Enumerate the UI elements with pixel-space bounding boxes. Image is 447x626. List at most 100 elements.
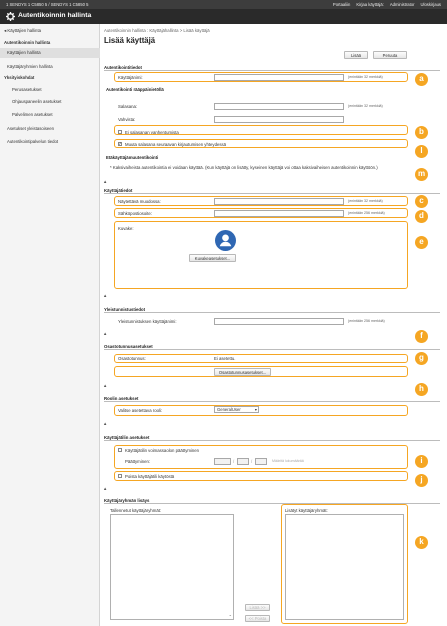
callout-d: d (415, 210, 428, 223)
registered-groups-label: Tallennetut käyttäjäryhmät: (110, 508, 162, 513)
sidebar-heading-details: Yksityiskohdat (4, 75, 35, 80)
added-groups-list[interactable] (285, 514, 404, 620)
expiry-year-input[interactable] (214, 458, 231, 465)
no-expiry-checkbox[interactable] (118, 130, 122, 134)
password-hint: (enintään 32 merkkiä) (348, 104, 383, 108)
page-title: Lisää käyttäjä (104, 36, 156, 45)
expiry-date-label: Päättyminen: (125, 459, 151, 464)
expiry-checkbox[interactable] (118, 448, 122, 452)
username-label: Käyttäjänimi: (118, 75, 143, 80)
callout-a: a (415, 73, 428, 86)
role-section-title: Roolin asetukset (104, 396, 440, 402)
image-label: Kuvake: (118, 226, 134, 231)
callout-f: f (415, 330, 428, 343)
user-section-title: Käyttäjätiedot (104, 188, 440, 194)
general-username-label: Yleistunnistuksen käyttäjänimi: (118, 319, 177, 324)
callout-k: k (415, 536, 428, 549)
gear-icon (6, 12, 15, 21)
disable-account-checkbox[interactable] (118, 474, 122, 478)
breadcrumb: Autentikoinnin hallinta : Käyttäjähallin… (104, 28, 210, 33)
sidebar-item-panel-settings[interactable]: Ohjauspaneelin asetukset (0, 97, 100, 106)
date-separator: / (251, 459, 253, 464)
login-user-name: Administrator (389, 2, 415, 7)
collapse-arrow-icon[interactable]: ▴ (104, 486, 106, 492)
sidebar-back-link[interactable]: ◂ Käyttäjien hallinta (4, 28, 104, 34)
sidebar: ◂ Käyttäjien hallinta Autentikoinnin hal… (0, 24, 100, 626)
callout-c: c (415, 195, 428, 208)
sidebar-item-authentication[interactable]: Autentikoinnin hallinta (0, 39, 100, 47)
confirm-label: Vahvista: (118, 117, 136, 122)
app-title-bar: Autentikoinnin hallinta (0, 9, 447, 24)
no-expiry-label: Ei salasanan vanhentumista (125, 130, 179, 135)
email-input[interactable] (214, 210, 344, 217)
callout-e: e (415, 236, 428, 249)
expiry-label: Käyttäjätilin voimassaolon päättyminen (125, 448, 200, 453)
dept-settings-button[interactable]: Osastotunnusasetukset... (214, 368, 271, 376)
date-separator: / (233, 459, 235, 464)
sidebar-item-users[interactable]: Käyttäjien hallinta (0, 48, 100, 58)
sidebar-item-general-settings[interactable]: Asetukset yleistasoiseen (0, 124, 100, 133)
main-panel: Autentikoinnin hallinta : Käyttäjähallin… (100, 24, 447, 626)
login-user-label: Kirjaa käyttäjä: (356, 2, 384, 7)
role-select[interactable]: GeneralUser ▾ (214, 406, 259, 413)
callout-l: l (415, 145, 428, 158)
username-input[interactable] (214, 74, 344, 81)
device-name: 1 SENDYS 1 C5850 5 / SENDYS 1 C5850 5 (6, 2, 89, 7)
email-label: Sähköpostiosoite: (118, 211, 152, 216)
added-groups-label: Lisätyt käyttäjäryhmät: (285, 508, 328, 513)
change-password-label: Muuta salasana seuraavan kirjautumisen y… (125, 142, 227, 147)
add-group-button[interactable]: Lisää >> (245, 604, 270, 611)
user-avatar-icon (215, 230, 236, 251)
sidebar-item-server-settings[interactable]: Palvelimen asetukset (0, 110, 100, 119)
sidebar-item-user-groups[interactable]: Käyttäjäryhmien hallinta (0, 62, 100, 71)
change-password-checkbox[interactable] (118, 141, 122, 146)
general-username-input[interactable] (214, 318, 344, 325)
general-username-hint: (enintään 256 merkkiä) (348, 319, 385, 323)
portal-link[interactable]: Portaaliin (333, 2, 350, 7)
dept-label: Osastotunnus: (118, 356, 146, 361)
highlight-e (114, 221, 408, 289)
two-factor-note: * Kaksivaiheista autentikointia ei voida… (110, 165, 378, 170)
remove-group-button[interactable]: << Poista (245, 615, 270, 622)
highlight-f (114, 354, 408, 363)
registered-groups-list[interactable]: ⌄ (110, 514, 234, 620)
expiry-month-input[interactable] (237, 458, 249, 465)
password-label: Salasana: (118, 104, 138, 109)
collapse-arrow-icon[interactable]: ▴ (104, 421, 106, 427)
auth-section-title: Autentikointitiedot (104, 65, 440, 71)
email-hint: (enintään 256 merkkiä) (348, 211, 385, 215)
collapse-arrow-icon[interactable]: ▴ (104, 179, 106, 185)
password-input[interactable] (214, 103, 344, 110)
callout-i: i (415, 455, 428, 468)
sidebar-item-basic-settings[interactable]: Perusasetukset (0, 85, 100, 94)
logout-link[interactable]: Uloskirjaus (421, 2, 441, 7)
image-settings-button[interactable]: Kuvakeasetukset... (189, 254, 236, 262)
callout-b: b (415, 126, 428, 139)
collapse-arrow-icon[interactable]: ▴ (104, 331, 106, 337)
expiry-day-input[interactable] (255, 458, 267, 465)
scroll-down-icon[interactable]: ⌄ (229, 612, 232, 617)
dept-value: Ei asetettu. (214, 356, 236, 361)
top-links: Portaaliin Kirjaa käyttäjä: Administrato… (333, 2, 441, 7)
add-button[interactable]: Lisää (344, 51, 368, 59)
top-bar: 1 SENDYS 1 C5850 5 / SENDYS 1 C5850 5 Po… (0, 0, 447, 9)
general-section-title: Yleistunnistustiedot (104, 307, 440, 313)
disable-account-label: Poista käyttäjätili käytöstä (125, 474, 175, 479)
account-section-title: Käyttäjätilin asetukset (104, 435, 440, 441)
display-name-input[interactable] (214, 198, 344, 205)
callout-j: j (415, 474, 428, 487)
two-factor-title: Etäkäyttäjämuutentikointi (106, 155, 159, 160)
role-select-value: GeneralUser (217, 407, 241, 412)
cancel-button[interactable]: Peruuta (373, 51, 407, 59)
username-hint: (enintään 32 merkkiä) (348, 75, 383, 79)
callout-g: g (415, 352, 428, 365)
callout-h: h (415, 383, 428, 396)
display-name-label: Näytettävä muodossa: (118, 199, 161, 204)
sidebar-item-service-info[interactable]: Autentikointipalvelun tiedot (0, 137, 100, 146)
collapse-arrow-icon[interactable]: ▴ (104, 383, 106, 389)
collapse-arrow-icon[interactable]: ▴ (104, 293, 106, 299)
chevron-down-icon: ▾ (254, 407, 257, 412)
confirm-password-input[interactable] (214, 116, 344, 123)
dept-section-title: Osastotunnusasetukset (104, 344, 440, 350)
password-section-title: Autentikointi rääppäinietöllä (106, 87, 164, 92)
